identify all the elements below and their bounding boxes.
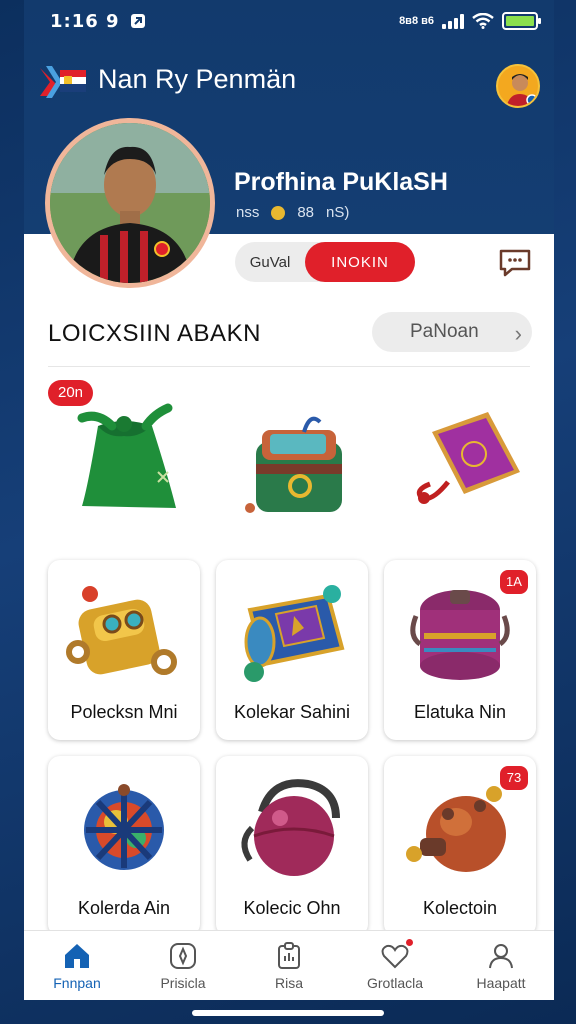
collection-item-card[interactable]: Kolecic Ohn [216, 756, 368, 936]
nav-label: Fnnpan [53, 975, 101, 991]
home-icon [65, 944, 89, 968]
item-label: Kolerda Ain [77, 898, 171, 918]
collection-item-card[interactable]: Kolerda Ain [48, 756, 200, 936]
item-label: Kolectoin [422, 898, 498, 918]
view-toggle[interactable]: GuVal INOKIN [235, 242, 415, 282]
network-label: 8ʙ8 ʙ6 [399, 15, 434, 27]
green-pouch-icon[interactable] [68, 386, 188, 516]
orange-pot-icon [406, 786, 506, 872]
heart-icon [381, 944, 409, 969]
nav-item-heart[interactable]: Grotlacla [342, 931, 448, 1000]
chevron-right-icon: › [514, 321, 522, 346]
bottom-nav: Fnnpan Prisicla Risa Grotlacla Haapatt [24, 930, 554, 1000]
clipboard-icon [278, 942, 300, 969]
treasure-chest-icon[interactable] [240, 402, 360, 532]
nav-item-compass[interactable]: Prisicla [130, 931, 236, 1000]
collection-item-card[interactable]: 73 Kolectoin [384, 756, 536, 936]
stat-mid: 88 [297, 204, 315, 221]
user-avatar[interactable] [496, 64, 540, 108]
item-label: Kolecic Ohn [243, 898, 341, 918]
item-label: Elatuka Nin [413, 702, 507, 722]
app-header: Nan Ry Penmän [24, 50, 554, 110]
collection-item-card[interactable]: Kolekar Sahini [216, 560, 368, 740]
stat-left: nss [236, 204, 260, 221]
nav-label: Risa [274, 975, 303, 991]
status-time: 1:16 9 [50, 10, 120, 32]
nav-item-home[interactable]: Fnnpan [24, 931, 130, 1000]
collection-card: GuVal INOKIN LOICXSIIN ABAKN PaNoan › 20… [24, 234, 554, 1000]
nav-item-clipboard[interactable]: Risa [236, 931, 342, 1000]
golden-chest-icon [66, 586, 177, 675]
nav-label: Prisicla [160, 975, 206, 991]
blue-scroll-icon [244, 585, 345, 682]
toggle-option-off[interactable]: GuVal [235, 254, 305, 271]
section-more-button[interactable]: PaNoan › [372, 312, 532, 352]
wifi-icon [472, 13, 494, 29]
coin-icon [271, 205, 286, 220]
toggle-option-on[interactable]: INOKIN [305, 242, 415, 282]
profile-avatar[interactable] [45, 118, 215, 288]
player-photo [50, 123, 210, 283]
app-logo-icon [40, 66, 86, 98]
profile-name: Profhina PuKlaSH [234, 168, 448, 196]
avatar-person-icon [506, 74, 538, 106]
app-title: Nan Ry Penmän [98, 64, 297, 94]
nav-item-profile[interactable]: Haapatt [448, 931, 554, 1000]
maroon-ball-icon [241, 779, 340, 876]
collection-item-card[interactable]: Polecksn Mni [48, 560, 200, 740]
collection-item-card[interactable]: 1A Elatuka Nin [384, 560, 536, 740]
section-title: LOICXSIIN ABAKN [48, 320, 261, 347]
section-more-label: PaNoan [410, 321, 479, 342]
notification-icon [130, 14, 145, 28]
home-indicator[interactable] [192, 1010, 384, 1016]
purple-drum-icon [410, 590, 510, 680]
profile-stats: nss 88 nS) [236, 204, 349, 221]
signal-icon [442, 13, 464, 29]
stat-right: nS) [326, 204, 350, 221]
status-bar: 1:16 9 8ʙ8 ʙ6 [24, 0, 554, 42]
battery-icon [502, 12, 541, 30]
notification-dot [406, 939, 413, 946]
divider [48, 366, 530, 367]
item-label: Kolekar Sahini [233, 702, 351, 722]
item-label: Polecksn Mni [70, 702, 178, 722]
profile-icon [489, 944, 513, 969]
compass-icon [170, 943, 196, 969]
chat-icon[interactable] [498, 248, 532, 278]
purple-book-icon[interactable] [408, 402, 528, 532]
nav-label: Haapatt [476, 975, 526, 991]
cage-ball-icon [84, 784, 164, 870]
nav-label: Grotlacla [366, 975, 424, 991]
